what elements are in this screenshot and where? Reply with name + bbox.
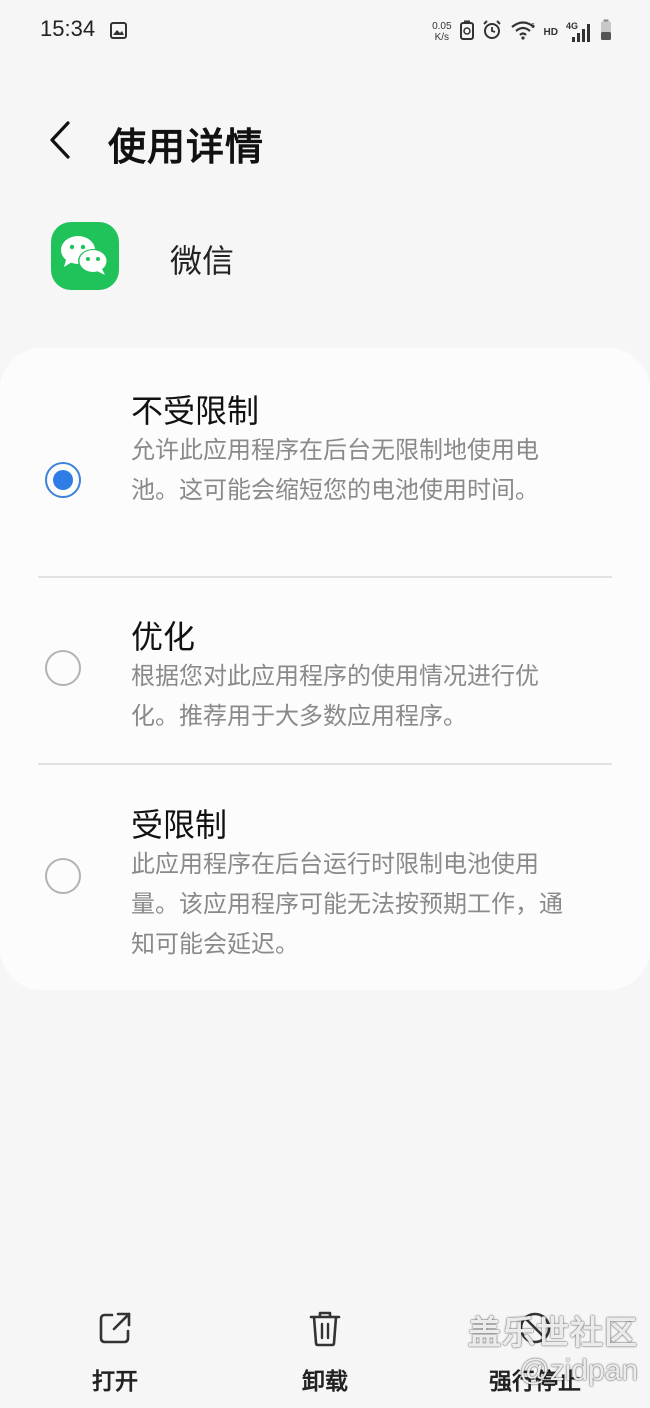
recycle-battery-icon — [459, 20, 474, 44]
page-title: 使用详情 — [108, 125, 265, 169]
option-unrestricted[interactable]: 不受限制 允许此应用程序在后台无限制地使用电池。这可能会缩短您的电池使用时间。 — [0, 384, 650, 574]
header: 使用详情 — [0, 100, 650, 184]
trash-icon — [305, 1308, 345, 1348]
open-button[interactable]: 打开 — [55, 1300, 175, 1400]
option-restricted[interactable]: 受限制 此应用程序在后台运行时限制电池使用量。该应用程序可能无法按预期工作，通知… — [0, 798, 650, 973]
image-icon — [110, 22, 127, 39]
uninstall-button[interactable]: 卸载 — [265, 1300, 385, 1400]
open-external-icon — [95, 1308, 135, 1348]
option-description: 允许此应用程序在后台无限制地使用电池。这可能会缩短您的电池使用时间。 — [131, 436, 539, 504]
radio-restricted[interactable] — [45, 858, 81, 894]
divider — [38, 576, 612, 578]
option-title: 不受限制 — [131, 392, 260, 430]
status-icons: 0.05 K/s 6 HD 4G — [432, 18, 612, 46]
app-info-row: 微信 — [0, 220, 650, 292]
bottom-action-bar: 打开 卸载 强行停止 — [0, 1300, 650, 1408]
force-stop-label: 强行停止 — [489, 1369, 581, 1395]
option-title: 受限制 — [131, 806, 228, 844]
app-name: 微信 — [170, 242, 235, 280]
wechat-icon — [51, 222, 119, 290]
divider — [38, 763, 612, 765]
radio-optimized[interactable] — [45, 650, 81, 686]
option-description: 根据您对此应用程序的使用情况进行优化。推荐用于大多数应用程序。 — [131, 662, 539, 730]
alarm-icon — [482, 20, 502, 44]
chevron-left-icon — [48, 120, 72, 164]
signal-icon: 4G — [566, 21, 592, 43]
status-time: 15:34 — [40, 16, 96, 41]
svg-text:6: 6 — [531, 23, 535, 30]
network-speed-unit: K/s — [434, 32, 450, 43]
wifi-icon: 6 — [510, 20, 536, 44]
option-title: 优化 — [131, 618, 196, 656]
open-label: 打开 — [92, 1369, 138, 1395]
status-bar: 15:34 0.05 K/s 6 HD 4G — [0, 0, 650, 64]
network-speed-value: 0.05 — [432, 21, 452, 32]
battery-usage-detail-screen: 15:34 0.05 K/s 6 HD 4G 使用详情 微信 不受限制 允许此应… — [0, 0, 650, 1408]
force-stop-icon — [515, 1308, 555, 1348]
radio-unrestricted[interactable] — [45, 462, 81, 498]
battery-options-card: 不受限制 允许此应用程序在后台无限制地使用电池。这可能会缩短您的电池使用时间。 … — [0, 348, 650, 990]
force-stop-button[interactable]: 强行停止 — [475, 1300, 595, 1400]
option-description: 此应用程序在后台运行时限制电池使用量。该应用程序可能无法按预期工作，通知可能会延… — [131, 850, 563, 958]
battery-icon — [600, 19, 612, 45]
back-button[interactable] — [40, 118, 80, 166]
uninstall-label: 卸载 — [302, 1369, 348, 1395]
hd-badge: HD — [543, 26, 558, 38]
option-optimized[interactable]: 优化 根据您对此应用程序的使用情况进行优化。推荐用于大多数应用程序。 — [0, 610, 650, 740]
network-speed: 0.05 K/s — [432, 21, 451, 43]
